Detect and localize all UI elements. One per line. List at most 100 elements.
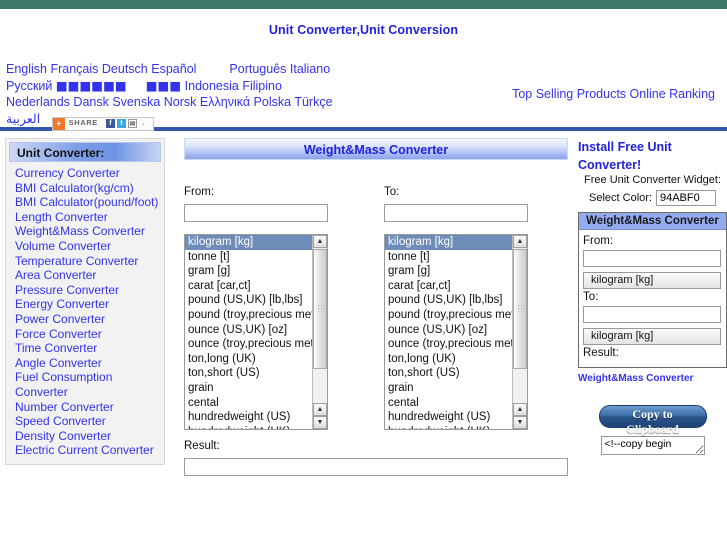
- scroll-thumb[interactable]: [513, 249, 527, 369]
- lang-link-greek[interactable]: Ελληνικά: [200, 95, 250, 109]
- lang-link-italiano[interactable]: Italiano: [290, 62, 330, 76]
- list-item[interactable]: tonne [t]: [385, 250, 512, 265]
- list-item[interactable]: kilogram [kg]: [385, 235, 512, 250]
- from-listbox-scrollbar[interactable]: ▲ ▲ ▼: [312, 235, 327, 429]
- list-item[interactable]: pound (troy,precious metals): [185, 308, 312, 323]
- list-item[interactable]: hundredweight (UK): [185, 425, 312, 429]
- lang-link-francais[interactable]: Français: [50, 62, 98, 76]
- lang-link-filipino[interactable]: Filipino: [242, 79, 282, 93]
- list-item[interactable]: carat [car,ct]: [185, 279, 312, 294]
- list-item[interactable]: ton,long (UK): [385, 352, 512, 367]
- scroll-up-icon[interactable]: ▲: [513, 403, 527, 416]
- sidebar-item-temperature[interactable]: Temperature Converter: [15, 254, 164, 269]
- list-item[interactable]: kilogram [kg]: [185, 235, 312, 250]
- sidebar-item-label[interactable]: Number Converter: [15, 400, 114, 414]
- share-widget[interactable]: + SHARE f t ✉ .: [51, 116, 154, 131]
- list-item[interactable]: ounce (troy,precious metals): [185, 337, 312, 352]
- email-icon[interactable]: ✉: [127, 119, 137, 128]
- list-item[interactable]: cental: [385, 396, 512, 411]
- sidebar-item-currency[interactable]: Currency Converter: [15, 166, 164, 181]
- lang-link-espanol[interactable]: Español: [151, 62, 196, 76]
- scroll-up-icon[interactable]: ▲: [313, 235, 327, 248]
- sidebar-item-label[interactable]: Electric Current Converter: [15, 443, 154, 457]
- lang-link-portugues[interactable]: Português: [229, 62, 286, 76]
- sidebar-item-label[interactable]: Currency Converter: [15, 166, 120, 180]
- sidebar-item-label[interactable]: Energy Converter: [15, 297, 109, 311]
- copy-to-clipboard-button[interactable]: Copy to Clipboard: [598, 405, 707, 436]
- facebook-icon[interactable]: f: [105, 119, 115, 128]
- more-options-icon[interactable]: .: [139, 119, 148, 128]
- lang-link-svenska[interactable]: Svenska: [112, 95, 160, 109]
- sidebar-item-length[interactable]: Length Converter: [15, 210, 164, 225]
- sidebar-item-power[interactable]: Power Converter: [15, 312, 164, 327]
- to-listbox-scrollbar[interactable]: ▲ ▲ ▼: [512, 235, 527, 429]
- sidebar-item-label[interactable]: BMI Calculator(pound/foot): [15, 195, 158, 209]
- scroll-down-icon[interactable]: ▼: [313, 416, 327, 429]
- color-input[interactable]: [655, 190, 716, 206]
- sidebar-item-bmi-poundfoot[interactable]: BMI Calculator(pound/foot): [15, 195, 164, 210]
- sidebar-item-label[interactable]: Length Converter: [15, 210, 108, 224]
- embed-code-textarea[interactable]: <!--copy begin: [600, 436, 705, 455]
- lang-link-turkce[interactable]: Türkçe: [294, 95, 332, 109]
- sidebar-item-energy[interactable]: Energy Converter: [15, 297, 164, 312]
- widget-to-input[interactable]: [583, 306, 721, 323]
- sidebar-item-label[interactable]: Fuel Consumption Converter: [15, 370, 112, 399]
- sidebar-item-time[interactable]: Time Converter: [15, 341, 164, 356]
- sidebar-item-electric-current[interactable]: Electric Current Converter: [15, 443, 164, 458]
- lang-link-russian[interactable]: Русский: [6, 79, 52, 93]
- lang-link-arabic[interactable]: العربية: [6, 111, 40, 128]
- list-item[interactable]: tonne [t]: [185, 250, 312, 265]
- sidebar-item-label[interactable]: Area Converter: [15, 268, 96, 282]
- install-free-unit-converter-link[interactable]: Install Free Unit Converter!: [578, 140, 672, 172]
- widget-from-input[interactable]: [583, 250, 721, 267]
- list-item[interactable]: pound (troy,precious metals): [385, 308, 512, 323]
- list-item[interactable]: ounce (US,UK) [oz]: [385, 323, 512, 338]
- sidebar-item-angle[interactable]: Angle Converter: [15, 356, 164, 371]
- sidebar-item-volume[interactable]: Volume Converter: [15, 239, 164, 254]
- list-item[interactable]: ton,long (UK): [185, 352, 312, 367]
- widget-from-unit-select[interactable]: kilogram [kg]: [583, 272, 721, 289]
- sidebar-item-label[interactable]: Speed Converter: [15, 414, 106, 428]
- lang-link-english[interactable]: English: [6, 62, 47, 76]
- sidebar-item-label[interactable]: Angle Converter: [15, 356, 102, 370]
- widget-footer-link[interactable]: Weight&Mass Converter: [578, 373, 693, 384]
- list-item[interactable]: pound (US,UK) [lb,lbs]: [385, 293, 512, 308]
- lang-link-deutsch[interactable]: Deutsch: [102, 62, 148, 76]
- list-item[interactable]: gram [g]: [385, 264, 512, 279]
- sidebar-item-speed[interactable]: Speed Converter: [15, 414, 164, 429]
- list-item[interactable]: ounce (US,UK) [oz]: [185, 323, 312, 338]
- sidebar-item-label[interactable]: Force Converter: [15, 327, 102, 341]
- sidebar-item-number[interactable]: Number Converter: [15, 400, 164, 415]
- list-item[interactable]: pound (US,UK) [lb,lbs]: [185, 293, 312, 308]
- sidebar-item-pressure[interactable]: Pressure Converter: [15, 283, 164, 298]
- sidebar-item-weight-mass[interactable]: Weight&Mass Converter: [15, 224, 164, 239]
- scroll-up-icon[interactable]: ▲: [513, 235, 527, 248]
- list-item[interactable]: grain: [185, 381, 312, 396]
- scroll-up-icon[interactable]: ▲: [313, 403, 327, 416]
- twitter-icon[interactable]: t: [116, 119, 126, 128]
- list-item[interactable]: hundredweight (US): [185, 410, 312, 425]
- sidebar-item-fuel-consumption[interactable]: Fuel Consumption Converter: [15, 370, 164, 399]
- sidebar-item-label[interactable]: Density Converter: [15, 429, 111, 443]
- sidebar-item-area[interactable]: Area Converter: [15, 268, 164, 283]
- lang-link-norsk[interactable]: Norsk: [164, 95, 197, 109]
- sidebar-item-force[interactable]: Force Converter: [15, 327, 164, 342]
- list-item[interactable]: ton,short (US): [185, 366, 312, 381]
- list-item[interactable]: ounce (troy,precious metals): [385, 337, 512, 352]
- to-unit-listbox[interactable]: kilogram [kg] tonne [t] gram [g] carat […: [384, 234, 528, 430]
- list-item[interactable]: gram [g]: [185, 264, 312, 279]
- sidebar-item-bmi-kgcm[interactable]: BMI Calculator(kg/cm): [15, 181, 164, 196]
- sidebar-item-label[interactable]: BMI Calculator(kg/cm): [15, 181, 134, 195]
- list-item[interactable]: ton,short (US): [385, 366, 512, 381]
- widget-to-unit-select[interactable]: kilogram [kg]: [583, 328, 721, 345]
- sidebar-item-label[interactable]: Pressure Converter: [15, 283, 119, 297]
- lang-link-indonesia[interactable]: Indonesia: [185, 79, 239, 93]
- result-input[interactable]: [184, 458, 568, 476]
- lang-link-cjk-group-b[interactable]: ■■■: [146, 78, 181, 95]
- list-item[interactable]: cental: [185, 396, 312, 411]
- scroll-down-icon[interactable]: ▼: [513, 416, 527, 429]
- sidebar-item-label[interactable]: Temperature Converter: [15, 254, 138, 268]
- from-unit-listbox[interactable]: kilogram [kg] tonne [t] gram [g] carat […: [184, 234, 328, 430]
- sidebar-item-label[interactable]: Volume Converter: [15, 239, 111, 253]
- from-input[interactable]: [184, 204, 328, 222]
